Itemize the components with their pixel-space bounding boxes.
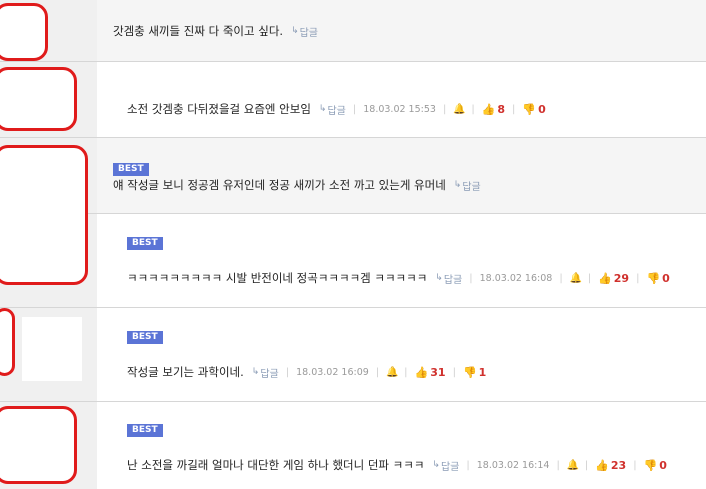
comment-date: 18.03.02 16:08 xyxy=(479,272,553,284)
separator: | xyxy=(285,366,290,378)
comment-row: 소전 갓겜충 다뒤졌을걸 요즘엔 안보임 ↳ 답글 | 18.03.02 15:5… xyxy=(0,62,706,138)
redaction-mark xyxy=(0,3,48,61)
separator: | xyxy=(556,459,560,471)
separator: | xyxy=(352,103,357,115)
reply-label: 답글 xyxy=(440,461,460,473)
dislike-count: 1 xyxy=(478,365,487,379)
comment-text: 얘 작성글 보니 정공겜 유저인데 정공 새끼가 소전 까고 있는게 유머네 xyxy=(113,178,446,192)
reply-label: 답글 xyxy=(327,105,346,117)
like-count: 31 xyxy=(430,365,446,379)
comment-date: 18.03.02 16:09 xyxy=(296,366,369,378)
reply-label: 답글 xyxy=(260,368,279,380)
reply-label: 답글 xyxy=(443,274,463,286)
like-button[interactable]: 👍 31 xyxy=(415,366,446,379)
reply-arrow-icon: ↳ xyxy=(435,273,443,283)
comment-text: ㅋㅋㅋㅋㅋㅋㅋㅋㅋ 시발 반전이네 정곡ㅋㅋㅋㅋ겜 ㅋㅋㅋㅋㅋ xyxy=(127,271,428,285)
best-badge: BEST xyxy=(127,424,163,437)
reply-button[interactable]: ↳ 답글 xyxy=(252,365,279,380)
comment-text: 작성글 보기는 과학이네. xyxy=(127,365,244,379)
bell-icon[interactable]: 🔔 xyxy=(567,460,579,471)
reply-button[interactable]: ↳ 답글 xyxy=(432,458,459,473)
comment-row: BEST 얘 작성글 보니 정공겜 유저인데 정공 새끼가 소전 까고 있는게 … xyxy=(0,138,706,214)
reply-arrow-icon: ↳ xyxy=(453,180,462,190)
separator: | xyxy=(512,103,516,115)
dislike-button[interactable]: 👎 0 xyxy=(646,272,669,285)
like-button[interactable]: 👍 23 xyxy=(595,459,626,472)
redaction-mark xyxy=(0,406,77,484)
comment-row: BEST 작성글 보기는 과학이네. ↳ 답글 | 18.03.02 16:09 … xyxy=(0,308,706,402)
thumbs-up-icon: 👍 xyxy=(481,102,496,116)
comment-row: 갓겜충 새끼들 진짜 다 죽이고 싶다. ↳ 답글 xyxy=(0,0,706,62)
redaction-mark xyxy=(0,145,88,285)
separator: | xyxy=(442,103,447,115)
dislike-count: 0 xyxy=(662,271,670,285)
thumbs-up-icon: 👍 xyxy=(414,365,429,379)
reply-button[interactable]: ↳ 답글 xyxy=(319,102,346,117)
like-count: 8 xyxy=(497,102,506,116)
separator: | xyxy=(559,272,563,284)
bell-icon[interactable]: 🔔 xyxy=(453,104,465,115)
separator: | xyxy=(584,459,589,471)
comment-date: 18.03.02 15:53 xyxy=(363,103,436,115)
best-badge: BEST xyxy=(113,163,149,176)
like-button[interactable]: 👍 29 xyxy=(598,272,629,285)
comment-date: 18.03.02 16:14 xyxy=(476,459,550,471)
bell-icon[interactable]: 🔔 xyxy=(386,367,398,378)
reply-arrow-icon: ↳ xyxy=(432,460,440,470)
comment-text: 소전 갓겜충 다뒤졌을걸 요즘엔 안보임 xyxy=(127,102,311,116)
like-count: 23 xyxy=(610,458,627,472)
separator: | xyxy=(452,366,456,378)
thumbs-down-icon: 👎 xyxy=(462,365,477,379)
separator: | xyxy=(633,459,637,471)
separator: | xyxy=(471,103,475,115)
comment-text: 갓겜충 새끼들 진짜 다 죽이고 싶다. xyxy=(113,24,284,38)
reply-button[interactable]: ↳ 답글 xyxy=(454,178,481,193)
comment-line: 난 소전을 까길래 얼마나 대단한 게임 하나 했더니 던파 ㅋㅋㅋ ↳ 답글 |… xyxy=(127,457,667,473)
thumbs-down-icon: 👎 xyxy=(646,271,661,285)
comment-line: 얘 작성글 보니 정공겜 유저인데 정공 새끼가 소전 까고 있는게 유머네 ↳… xyxy=(113,177,481,193)
reply-label: 답글 xyxy=(299,27,319,39)
bell-icon[interactable]: 🔔 xyxy=(570,273,582,284)
comment-line: 작성글 보기는 과학이네. ↳ 답글 | 18.03.02 16:09 | 🔔 |… xyxy=(127,364,486,380)
reply-button[interactable]: ↳ 답글 xyxy=(435,271,462,286)
thumbs-up-icon: 👍 xyxy=(598,271,612,285)
dislike-button[interactable]: 👎 1 xyxy=(463,366,486,379)
dislike-count: 0 xyxy=(659,458,667,472)
separator: | xyxy=(587,272,592,284)
reply-arrow-icon: ↳ xyxy=(318,104,327,114)
redaction-mark xyxy=(0,67,77,131)
separator: | xyxy=(466,459,470,471)
comment-line: 소전 갓겜충 다뒤졌을걸 요즘엔 안보임 ↳ 답글 | 18.03.02 15:5… xyxy=(127,101,546,117)
comment-line: ㅋㅋㅋㅋㅋㅋㅋㅋㅋ 시발 반전이네 정곡ㅋㅋㅋㅋ겜 ㅋㅋㅋㅋㅋ ↳ 답글 | 18… xyxy=(127,270,670,286)
separator: | xyxy=(636,272,640,284)
reply-button[interactable]: ↳ 답글 xyxy=(291,24,318,39)
separator: | xyxy=(404,366,408,378)
redaction-mark xyxy=(0,308,15,376)
comment-row: BEST ㅋㅋㅋㅋㅋㅋㅋㅋㅋ 시발 반전이네 정곡ㅋㅋㅋㅋ겜 ㅋㅋㅋㅋㅋ ↳ 답글… xyxy=(0,214,706,308)
best-badge: BEST xyxy=(127,331,163,344)
reply-label: 답글 xyxy=(462,181,481,193)
best-badge: BEST xyxy=(127,237,163,250)
dislike-button[interactable]: 👎 0 xyxy=(644,459,667,472)
comment-text: 난 소전을 까길래 얼마나 대단한 게임 하나 했더니 던파 ㅋㅋㅋ xyxy=(127,458,425,472)
reply-arrow-icon: ↳ xyxy=(291,26,299,36)
comment-row: BEST 난 소전을 까길래 얼마나 대단한 게임 하나 했더니 던파 ㅋㅋㅋ … xyxy=(0,402,706,489)
reply-arrow-icon: ↳ xyxy=(251,367,260,377)
avatar xyxy=(22,317,82,381)
comment-line: 갓겜충 새끼들 진짜 다 죽이고 싶다. ↳ 답글 xyxy=(113,23,318,39)
thumbs-up-icon: 👍 xyxy=(595,458,609,472)
dislike-count: 0 xyxy=(538,102,546,116)
dislike-button[interactable]: 👎 0 xyxy=(522,103,545,116)
like-button[interactable]: 👍 8 xyxy=(482,103,505,116)
thumbs-down-icon: 👎 xyxy=(522,102,537,116)
like-count: 29 xyxy=(613,271,630,285)
thumbs-down-icon: 👎 xyxy=(643,458,658,472)
separator: | xyxy=(375,366,380,378)
separator: | xyxy=(469,272,473,284)
